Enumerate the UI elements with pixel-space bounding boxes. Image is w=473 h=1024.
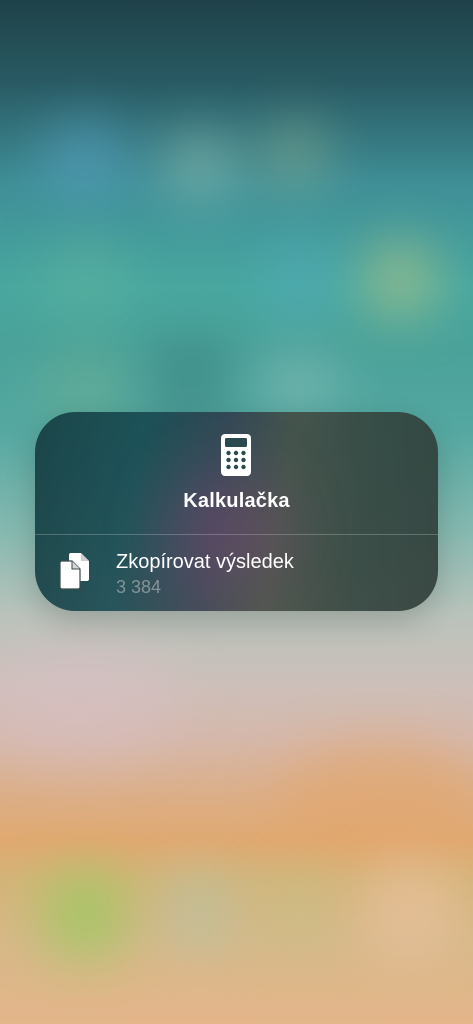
blurred-app-icon — [40, 240, 130, 320]
action-value: 3 384 — [116, 577, 162, 597]
blurred-dock-icon — [160, 870, 240, 950]
calculator-icon — [221, 434, 251, 476]
blurred-dock-icon — [260, 870, 340, 950]
blurred-wallpaper-area — [0, 640, 180, 760]
blurred-app-icon — [160, 130, 240, 200]
blurred-app-icon — [360, 240, 440, 320]
blurred-dock-icon — [40, 870, 130, 960]
blurred-app-icon — [150, 340, 230, 420]
quick-actions-header: Kalkulačka — [35, 412, 438, 534]
blurred-dock-icon — [360, 860, 460, 960]
blurred-app-icon — [40, 120, 130, 200]
copy-icon — [59, 551, 91, 591]
app-title: Kalkulačka — [183, 490, 290, 512]
blurred-app-icon — [260, 120, 330, 190]
blurred-app-icon — [260, 240, 340, 320]
quick-actions-menu: Kalkulačka Zkopírovat výsledek 3 384 — [35, 412, 438, 611]
blurred-app-icon — [260, 350, 340, 420]
action-label: Zkopírovat výsledek — [116, 551, 294, 573]
blurred-wallpaper-area — [280, 740, 473, 860]
copy-result-action[interactable]: Zkopírovat výsledek 3 384 — [35, 535, 438, 611]
